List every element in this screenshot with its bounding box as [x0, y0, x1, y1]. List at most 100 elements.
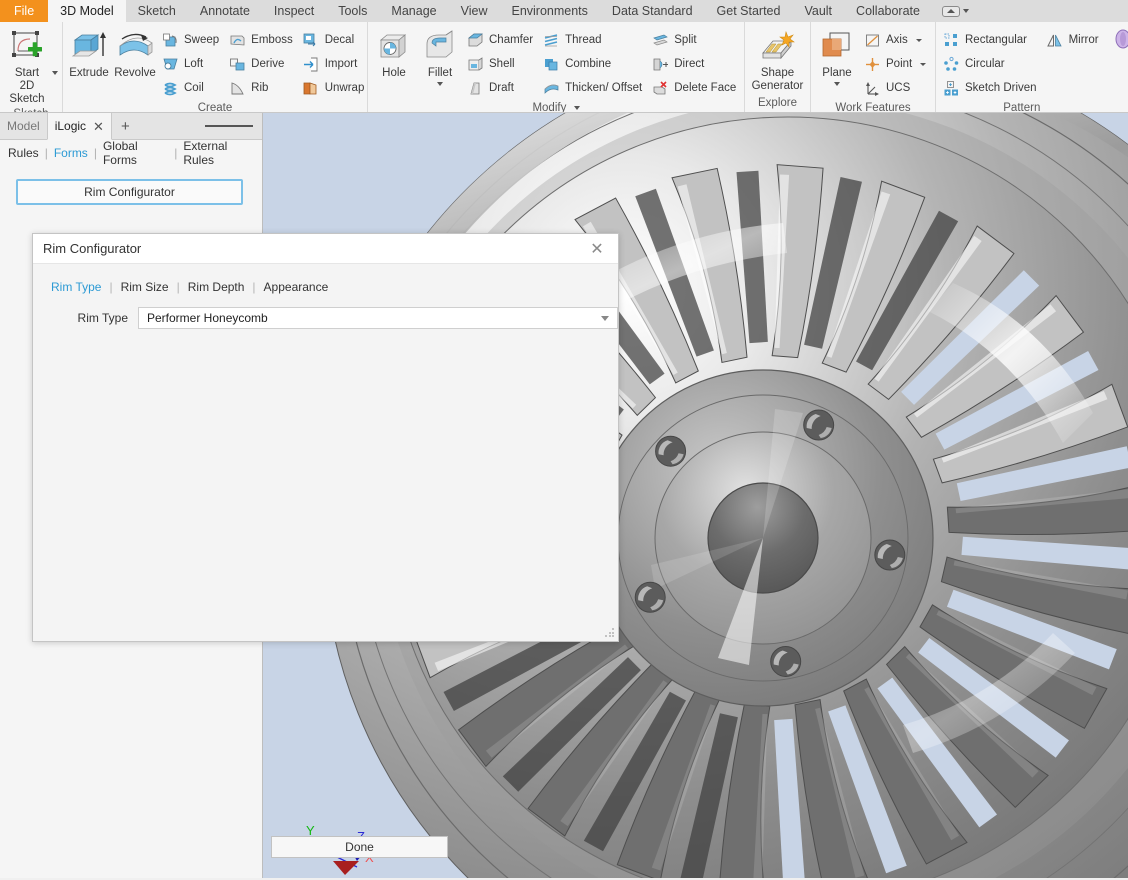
- unwrap-button[interactable]: Unwrap: [300, 76, 370, 100]
- thicken-offset-button[interactable]: Thicken/ Offset: [540, 76, 647, 100]
- unwrap-label: Unwrap: [324, 82, 365, 94]
- overflow-tool-icon[interactable]: [1112, 26, 1128, 50]
- sweep-icon: [161, 31, 179, 49]
- dialog-tab-separator: |: [252, 280, 256, 294]
- subnav-rules[interactable]: Rules: [8, 146, 39, 160]
- combine-button[interactable]: Combine: [540, 52, 647, 76]
- extrude-label: Extrude: [69, 67, 109, 79]
- loft-icon: [161, 55, 179, 73]
- import-icon: [302, 55, 320, 73]
- start-2d-sketch-caret-icon[interactable]: [52, 71, 58, 75]
- shape-generator-label: Shape Generator: [751, 67, 804, 92]
- close-icon[interactable]: ✕: [93, 120, 104, 133]
- thread-button[interactable]: Thread: [540, 28, 647, 52]
- ribbon-panel-title-pattern: Pattern: [1003, 102, 1041, 113]
- loft-button[interactable]: Loft: [159, 52, 224, 76]
- derive-label: Derive: [251, 58, 285, 70]
- rib-button[interactable]: Rib: [226, 76, 298, 100]
- fillet-button[interactable]: Fillet: [418, 26, 462, 86]
- sketch-driven-pattern-button[interactable]: Sketch Driven: [940, 76, 1042, 100]
- sweep-button[interactable]: Sweep: [159, 28, 224, 52]
- browser-tab-ilogic-label: iLogic: [54, 119, 87, 133]
- ribbon-panel-title-sketch: Sketch: [4, 106, 58, 112]
- revolve-button[interactable]: Revolve: [113, 26, 157, 80]
- circular-pattern-button[interactable]: Circular: [940, 52, 1042, 76]
- shape-generator-button[interactable]: Shape Generator: [749, 26, 806, 93]
- form-button-rim-configurator[interactable]: Rim Configurator: [16, 179, 243, 205]
- menu-tab-get-started[interactable]: Get Started: [705, 0, 793, 22]
- rim-type-select[interactable]: Performer Honeycomb: [138, 307, 618, 329]
- coil-button[interactable]: Coil: [159, 76, 224, 100]
- menu-tab-vault[interactable]: Vault: [792, 0, 844, 22]
- import-button[interactable]: Import: [300, 52, 370, 76]
- dialog-tab-appearance[interactable]: Appearance: [264, 280, 329, 294]
- axis-caret-icon[interactable]: [915, 38, 922, 42]
- import-label: Import: [324, 58, 358, 70]
- hole-icon: [377, 29, 411, 65]
- derive-button[interactable]: Derive: [226, 52, 298, 76]
- emboss-button[interactable]: Emboss: [226, 28, 298, 52]
- dialog-tab-rim-depth[interactable]: Rim Depth: [188, 280, 245, 294]
- combine-label: Combine: [565, 58, 612, 70]
- ribbon-panel-title-modify: Modify: [372, 100, 740, 112]
- split-button[interactable]: Split: [649, 28, 741, 52]
- close-icon[interactable]: ✕: [586, 238, 608, 260]
- menu-tab-sketch[interactable]: Sketch: [126, 0, 188, 22]
- subnav-forms[interactable]: Forms: [54, 146, 88, 160]
- ribbon-panel-work-features: Plane Axis Point UCS Work Features: [811, 22, 936, 112]
- delete-face-button[interactable]: Delete Face: [649, 76, 741, 100]
- subnav-external-rules[interactable]: External Rules: [183, 139, 254, 167]
- chamfer-button[interactable]: Chamfer: [464, 28, 538, 52]
- menu-tab-manage[interactable]: Manage: [379, 0, 448, 22]
- browser-tab-ilogic[interactable]: iLogic ✕: [46, 113, 112, 140]
- start-2d-sketch-button[interactable]: Start 2D Sketch: [4, 26, 50, 106]
- decal-button[interactable]: Decal: [300, 28, 370, 52]
- pattern-column-2: Mirror: [1044, 26, 1104, 52]
- plane-caret-icon[interactable]: [834, 82, 840, 86]
- draft-button[interactable]: Draft: [464, 76, 538, 100]
- thicken-offset-icon: [542, 79, 560, 97]
- dialog-tab-rim-size[interactable]: Rim Size: [121, 280, 169, 294]
- hamburger-menu-icon[interactable]: [196, 113, 262, 139]
- combine-icon: [542, 55, 560, 73]
- axis-button[interactable]: Axis: [861, 28, 931, 52]
- emboss-icon: [228, 31, 246, 49]
- fillet-caret-icon[interactable]: [437, 82, 443, 86]
- menu-tab-file[interactable]: File: [0, 0, 49, 22]
- subnav-global-forms[interactable]: Global Forms: [103, 139, 168, 167]
- plus-icon[interactable]: +: [112, 113, 139, 139]
- point-caret-icon[interactable]: [920, 62, 927, 66]
- menu-tab-collaborate[interactable]: Collaborate: [844, 0, 932, 22]
- ucs-icon: [863, 79, 881, 97]
- chevron-down-icon[interactable]: [601, 315, 609, 321]
- menu-tab-3d-model[interactable]: 3D Model: [48, 0, 126, 22]
- resize-grip-icon[interactable]: [605, 628, 615, 638]
- hole-button[interactable]: Hole: [372, 26, 416, 80]
- point-button[interactable]: Point: [861, 52, 931, 76]
- shell-button[interactable]: Shell: [464, 52, 538, 76]
- modify-panel-caret-icon[interactable]: [573, 105, 580, 110]
- ribbon-collapse-button[interactable]: [932, 0, 979, 22]
- browser-tab-bar: Model iLogic ✕ +: [0, 113, 262, 140]
- emboss-label: Emboss: [251, 34, 293, 46]
- plane-button[interactable]: Plane: [815, 26, 859, 86]
- chamfer-label: Chamfer: [489, 34, 534, 46]
- menu-tab-tools[interactable]: Tools: [326, 0, 379, 22]
- menu-tab-annotate[interactable]: Annotate: [188, 0, 262, 22]
- menu-tab-inspect[interactable]: Inspect: [262, 0, 326, 22]
- ucs-button[interactable]: UCS: [861, 76, 931, 100]
- menu-tab-data-standard[interactable]: Data Standard: [600, 0, 705, 22]
- draft-icon: [466, 79, 484, 97]
- rectangular-pattern-button[interactable]: Rectangular: [940, 28, 1042, 52]
- menu-tab-environments[interactable]: Environments: [499, 0, 599, 22]
- dialog-title-bar[interactable]: Rim Configurator ✕: [33, 234, 618, 264]
- done-button[interactable]: Done: [271, 836, 448, 858]
- create-column-3: Decal Import Unwrap: [300, 26, 370, 100]
- browser-tab-model[interactable]: Model: [0, 113, 47, 139]
- direct-button[interactable]: Direct: [649, 52, 741, 76]
- sketch-driven-pattern-icon: [942, 79, 960, 97]
- extrude-button[interactable]: Extrude: [67, 26, 111, 80]
- mirror-button[interactable]: Mirror: [1044, 28, 1104, 52]
- menu-tab-view[interactable]: View: [449, 0, 500, 22]
- dialog-tab-rim-type[interactable]: Rim Type: [51, 280, 101, 294]
